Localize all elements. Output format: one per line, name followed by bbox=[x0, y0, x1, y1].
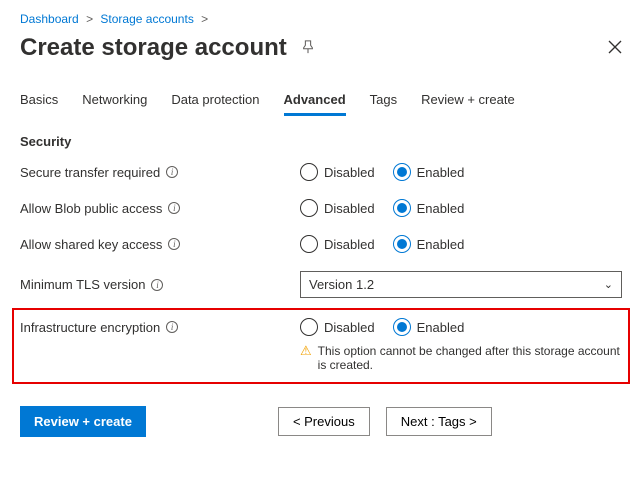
radio-label: Enabled bbox=[417, 320, 465, 335]
previous-button[interactable]: < Previous bbox=[278, 407, 370, 436]
label-min-tls-version: Minimum TLS version bbox=[20, 277, 145, 292]
radio-infra-encryption-disabled[interactable]: Disabled bbox=[300, 318, 375, 336]
page-title: Create storage account bbox=[20, 34, 287, 62]
info-icon[interactable]: i bbox=[168, 238, 180, 250]
review-create-button[interactable]: Review + create bbox=[20, 406, 146, 437]
infra-encryption-note: This option cannot be changed after this… bbox=[318, 344, 622, 372]
radio-icon bbox=[393, 235, 411, 253]
close-icon[interactable] bbox=[608, 40, 622, 57]
radio-label: Enabled bbox=[417, 237, 465, 252]
tab-data-protection[interactable]: Data protection bbox=[171, 86, 259, 116]
radio-label: Disabled bbox=[324, 165, 375, 180]
row-secure-transfer: Secure transfer required i Disabled Enab… bbox=[20, 163, 622, 181]
radio-blob-access-enabled[interactable]: Enabled bbox=[393, 199, 465, 217]
radio-label: Disabled bbox=[324, 201, 375, 216]
radio-icon bbox=[300, 235, 318, 253]
row-min-tls-version: Minimum TLS version i Version 1.2 ⌄ bbox=[20, 271, 622, 298]
radio-label: Disabled bbox=[324, 320, 375, 335]
tabs: Basics Networking Data protection Advanc… bbox=[20, 86, 622, 116]
chevron-down-icon: ⌄ bbox=[604, 278, 613, 291]
radio-shared-key-disabled[interactable]: Disabled bbox=[300, 235, 375, 253]
info-icon[interactable]: i bbox=[168, 202, 180, 214]
radio-icon bbox=[300, 163, 318, 181]
radio-shared-key-enabled[interactable]: Enabled bbox=[393, 235, 465, 253]
radio-secure-transfer-disabled[interactable]: Disabled bbox=[300, 163, 375, 181]
breadcrumb-storage-accounts[interactable]: Storage accounts bbox=[100, 12, 193, 26]
breadcrumb-sep: > bbox=[86, 12, 93, 26]
label-secure-transfer: Secure transfer required bbox=[20, 165, 160, 180]
label-shared-key-access: Allow shared key access bbox=[20, 237, 162, 252]
radio-icon bbox=[393, 163, 411, 181]
info-icon[interactable]: i bbox=[151, 279, 163, 291]
pin-icon[interactable] bbox=[301, 40, 315, 57]
select-value: Version 1.2 bbox=[309, 277, 374, 292]
highlight-infra-encryption: Infrastructure encryption i Disabled Ena… bbox=[12, 308, 630, 384]
tab-tags[interactable]: Tags bbox=[370, 86, 397, 116]
tab-networking[interactable]: Networking bbox=[82, 86, 147, 116]
radio-secure-transfer-enabled[interactable]: Enabled bbox=[393, 163, 465, 181]
info-icon[interactable]: i bbox=[166, 321, 178, 333]
radio-blob-access-disabled[interactable]: Disabled bbox=[300, 199, 375, 217]
radio-infra-encryption-enabled[interactable]: Enabled bbox=[393, 318, 465, 336]
radio-label: Disabled bbox=[324, 237, 375, 252]
radio-label: Enabled bbox=[417, 201, 465, 216]
radio-icon bbox=[300, 318, 318, 336]
tab-review-create[interactable]: Review + create bbox=[421, 86, 515, 116]
radio-icon bbox=[300, 199, 318, 217]
breadcrumb-sep: > bbox=[201, 12, 208, 26]
select-tls-version[interactable]: Version 1.2 ⌄ bbox=[300, 271, 622, 298]
tab-advanced[interactable]: Advanced bbox=[284, 86, 346, 116]
label-infra-encryption: Infrastructure encryption bbox=[20, 320, 160, 335]
tab-basics[interactable]: Basics bbox=[20, 86, 58, 116]
row-shared-key-access: Allow shared key access i Disabled Enabl… bbox=[20, 235, 622, 253]
radio-label: Enabled bbox=[417, 165, 465, 180]
info-icon[interactable]: i bbox=[166, 166, 178, 178]
radio-icon bbox=[393, 318, 411, 336]
radio-icon bbox=[393, 199, 411, 217]
breadcrumb: Dashboard > Storage accounts > bbox=[20, 12, 622, 26]
wizard-footer: Review + create < Previous Next : Tags > bbox=[20, 406, 622, 437]
section-heading-security: Security bbox=[20, 134, 622, 149]
warning-icon: ⚠ bbox=[300, 344, 312, 357]
label-blob-public-access: Allow Blob public access bbox=[20, 201, 162, 216]
breadcrumb-dashboard[interactable]: Dashboard bbox=[20, 12, 79, 26]
row-blob-public-access: Allow Blob public access i Disabled Enab… bbox=[20, 199, 622, 217]
next-button[interactable]: Next : Tags > bbox=[386, 407, 492, 436]
